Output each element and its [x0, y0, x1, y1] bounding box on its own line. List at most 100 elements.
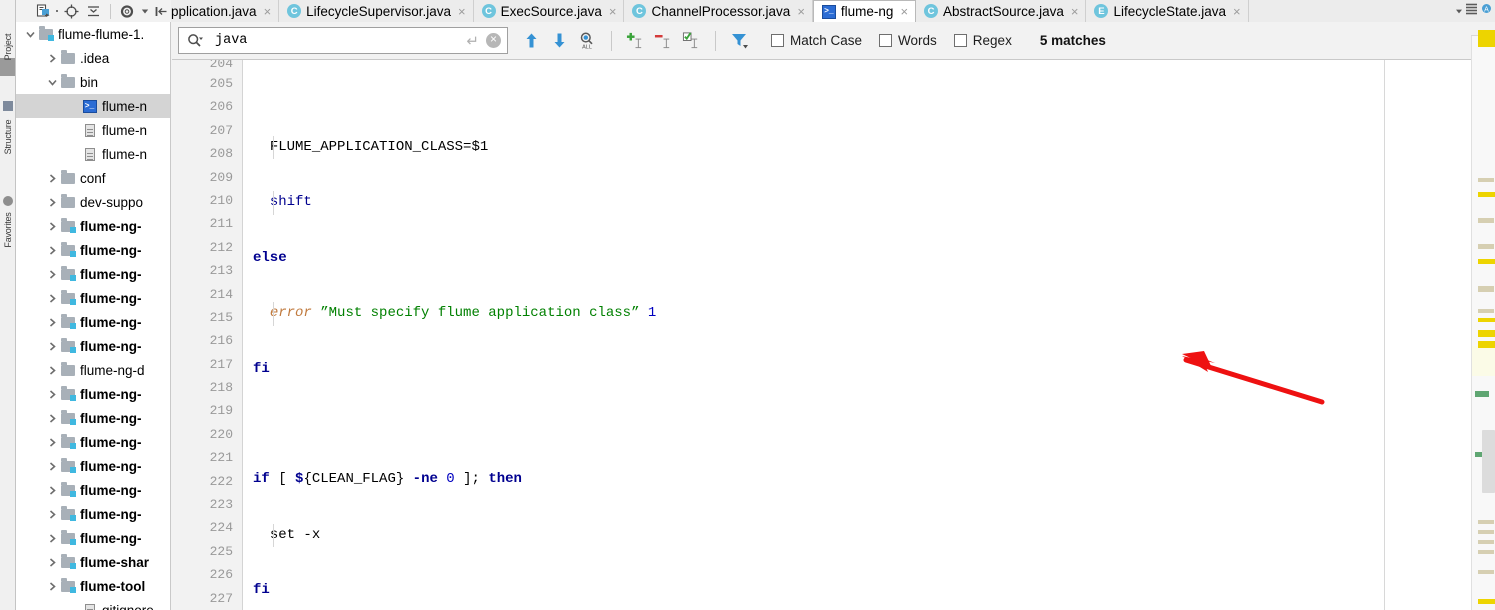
words-option[interactable]: Words	[879, 33, 937, 48]
tree-item-8[interactable]: flume-ng-	[16, 214, 170, 238]
chevron-right-icon[interactable]	[46, 502, 59, 526]
tree-item-22[interactable]: flume-shar	[16, 550, 170, 574]
find-previous-icon[interactable]	[522, 31, 541, 50]
tree-item-12[interactable]: flume-ng-	[16, 310, 170, 334]
tree-item-15[interactable]: flume-ng-	[16, 382, 170, 406]
editor-tab-3[interactable]: C ChannelProcessor.java ×	[624, 0, 813, 22]
scrollbar-marker-todo-14[interactable]	[1478, 530, 1494, 534]
tab-close-icon[interactable]: ×	[609, 5, 617, 18]
tree-item-6[interactable]: conf	[16, 166, 170, 190]
chevron-right-icon[interactable]	[46, 238, 59, 262]
chevron-right-icon[interactable]	[46, 406, 59, 430]
tree-item-16[interactable]: flume-ng-	[16, 406, 170, 430]
tree-item-3[interactable]: >_ flume-n	[16, 94, 170, 118]
chevron-right-icon[interactable]	[46, 382, 59, 406]
tab-close-icon[interactable]: ×	[900, 5, 908, 18]
tree-item-13[interactable]: flume-ng-	[16, 334, 170, 358]
scrollbar-thumb[interactable]	[1482, 430, 1495, 493]
add-selection-icon[interactable]	[626, 31, 645, 50]
strip-label-favorites[interactable]: Favorites	[3, 206, 13, 254]
scrollbar-marker-todo-1[interactable]	[1478, 178, 1494, 182]
chevron-right-icon[interactable]	[46, 310, 59, 334]
tree-item-4[interactable]: flume-n	[16, 118, 170, 142]
chevron-right-icon[interactable]	[46, 166, 59, 190]
tree-item-7[interactable]: dev-suppo	[16, 190, 170, 214]
tree-item-2[interactable]: bin	[16, 70, 170, 94]
tree-item-21[interactable]: flume-ng-	[16, 526, 170, 550]
tree-item-9[interactable]: flume-ng-	[16, 238, 170, 262]
scrollbar-marker-warn-18[interactable]	[1478, 599, 1495, 604]
tree-item-14[interactable]: flume-ng-d	[16, 358, 170, 382]
tree-item-17[interactable]: flume-ng-	[16, 430, 170, 454]
scrollbar-marker-warn-5[interactable]	[1478, 259, 1495, 264]
tab-list-dropdown-icon[interactable]	[1456, 9, 1462, 13]
settings-gear-icon[interactable]	[118, 2, 136, 20]
match-case-checkbox[interactable]	[771, 34, 784, 47]
search-input[interactable]	[213, 32, 467, 49]
scrollbar-marker-warn-8[interactable]	[1478, 318, 1495, 322]
scrollbar-marker-todo-16[interactable]	[1478, 550, 1494, 554]
tree-item-0[interactable]: flume-flume-1.	[16, 22, 170, 46]
code-content[interactable]: if [ $# -gt 0 ]; then FLUME_APPLICATION_…	[244, 60, 1384, 610]
find-next-icon[interactable]	[550, 31, 569, 50]
chevron-right-icon[interactable]	[46, 550, 59, 574]
tree-item-5[interactable]: flume-n	[16, 142, 170, 166]
chevron-right-icon[interactable]	[46, 430, 59, 454]
select-all-occurrences-icon[interactable]	[682, 31, 701, 50]
chevron-right-icon[interactable]	[46, 334, 59, 358]
regex-option[interactable]: Regex	[953, 33, 1012, 48]
find-all-icon[interactable]: ALL	[578, 31, 597, 50]
chevron-right-icon[interactable]	[46, 454, 59, 478]
tab-close-icon[interactable]: ×	[797, 5, 805, 18]
chevron-right-icon[interactable]	[46, 478, 59, 502]
tab-close-icon[interactable]: ×	[458, 5, 466, 18]
editor-settings-icon[interactable]: A	[1480, 2, 1493, 20]
tree-item-24[interactable]: gitignore	[16, 598, 170, 610]
editor-tab-1[interactable]: C LifecycleSupervisor.java ×	[279, 0, 474, 22]
scrollbar-marker-warn-2[interactable]	[1478, 192, 1495, 197]
chevron-right-icon[interactable]	[46, 190, 59, 214]
words-checkbox[interactable]	[879, 34, 893, 47]
gear-dropdown-arrow-icon[interactable]	[141, 9, 148, 13]
search-icon[interactable]	[187, 33, 203, 49]
strip-label-structure[interactable]: Structure	[3, 113, 13, 161]
scrollbar-marker-todo-13[interactable]	[1478, 520, 1494, 524]
tab-close-icon[interactable]: ×	[1233, 5, 1241, 18]
match-case-option[interactable]: Match Case	[771, 33, 862, 48]
scrollbar-marker-todo-17[interactable]	[1478, 570, 1494, 574]
editor-tab-6[interactable]: E LifecycleState.java ×	[1086, 0, 1249, 22]
chevron-right-icon[interactable]	[46, 574, 59, 598]
editor-tab-2[interactable]: C ExecSource.java ×	[473, 0, 625, 22]
project-settings-icon[interactable]	[34, 2, 52, 20]
tree-item-20[interactable]: flume-ng-	[16, 502, 170, 526]
chevron-right-icon[interactable]	[46, 262, 59, 286]
scrollbar-marker-warn-9[interactable]	[1478, 330, 1495, 337]
scrollbar-marker-green-11[interactable]	[1475, 391, 1489, 397]
chevron-right-icon[interactable]	[46, 214, 59, 238]
tab-close-icon[interactable]: ×	[264, 5, 272, 18]
hide-panel-icon[interactable]	[153, 2, 171, 20]
target-icon[interactable]	[62, 2, 80, 20]
scrollbar-marker-warn-10[interactable]	[1478, 341, 1495, 348]
search-field-container[interactable]: ↵ ×	[178, 27, 508, 54]
editor-marker-scrollbar[interactable]	[1471, 22, 1495, 610]
chevron-right-icon[interactable]	[46, 46, 59, 70]
strip-label-project[interactable]: Project	[3, 23, 13, 71]
chevron-right-icon[interactable]	[46, 358, 59, 382]
tree-item-1[interactable]: .idea	[16, 46, 170, 70]
tree-item-19[interactable]: flume-ng-	[16, 478, 170, 502]
tree-item-11[interactable]: flume-ng-	[16, 286, 170, 310]
scrollbar-marker-todo-15[interactable]	[1478, 540, 1494, 544]
scrollbar-marker-warn-0[interactable]	[1478, 30, 1495, 47]
tree-item-23[interactable]: flume-tool	[16, 574, 170, 598]
tree-item-10[interactable]: flume-ng-	[16, 262, 170, 286]
tab-list-icon[interactable]	[1465, 2, 1478, 20]
scrollbar-marker-todo-7[interactable]	[1478, 309, 1494, 313]
editor-tab-flume-ng[interactable]: >_ flume-ng ×	[812, 0, 917, 22]
scrollbar-marker-todo-3[interactable]	[1478, 218, 1494, 223]
chevron-right-icon[interactable]	[46, 526, 59, 550]
chevron-down-icon[interactable]	[24, 22, 37, 46]
scrollbar-marker-todo-4[interactable]	[1478, 244, 1494, 249]
tree-item-18[interactable]: flume-ng-	[16, 454, 170, 478]
clear-search-icon[interactable]: ×	[486, 33, 501, 48]
